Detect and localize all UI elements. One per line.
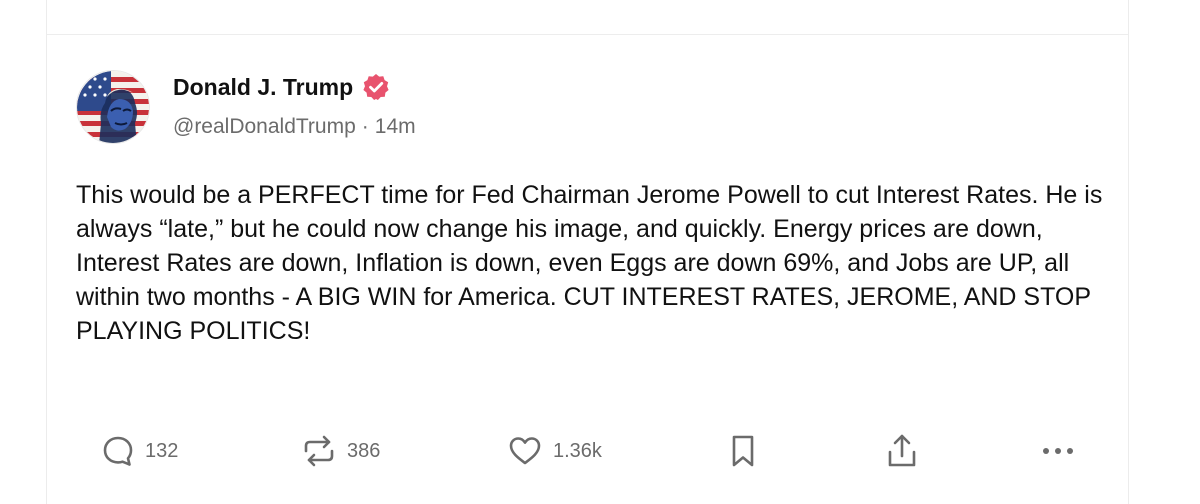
verified-badge-icon [361, 72, 391, 102]
post-meta: @realDonaldTrump · 14m [173, 115, 416, 139]
like-count: 1.36k [553, 439, 602, 462]
share-button[interactable] [884, 428, 920, 474]
action-bar: 132 386 1.36k [47, 428, 1128, 474]
screen: Donald J. Trump @realDonaldTrump · 14m Thi… [0, 0, 1200, 504]
speech-bubble-icon [101, 434, 135, 468]
repost-count: 386 [347, 439, 381, 462]
ellipsis-icon [1040, 445, 1076, 457]
avatar-image [77, 71, 149, 143]
reply-button[interactable]: 132 [101, 428, 178, 474]
repost-arrows-icon [301, 434, 337, 468]
author-handle[interactable]: @realDonaldTrump [173, 115, 356, 138]
post-timestamp[interactable]: 14m [375, 115, 416, 138]
top-divider [47, 34, 1128, 35]
reply-count: 132 [145, 439, 179, 462]
bookmark-button[interactable] [728, 428, 758, 474]
bookmark-icon [728, 433, 758, 469]
author-line: Donald J. Trump [173, 70, 391, 104]
repost-button[interactable]: 386 [301, 428, 380, 474]
meta-separator: · [361, 115, 369, 138]
like-button[interactable]: 1.36k [507, 428, 602, 474]
heart-icon [507, 434, 543, 468]
more-options-button[interactable] [1040, 428, 1076, 474]
avatar[interactable] [76, 70, 150, 144]
post-card: Donald J. Trump @realDonaldTrump · 14m Thi… [46, 0, 1129, 504]
share-icon [884, 432, 920, 470]
author-display-name[interactable]: Donald J. Trump [173, 74, 353, 101]
post-text: This would be a PERFECT time for Fed Cha… [76, 181, 1103, 345]
